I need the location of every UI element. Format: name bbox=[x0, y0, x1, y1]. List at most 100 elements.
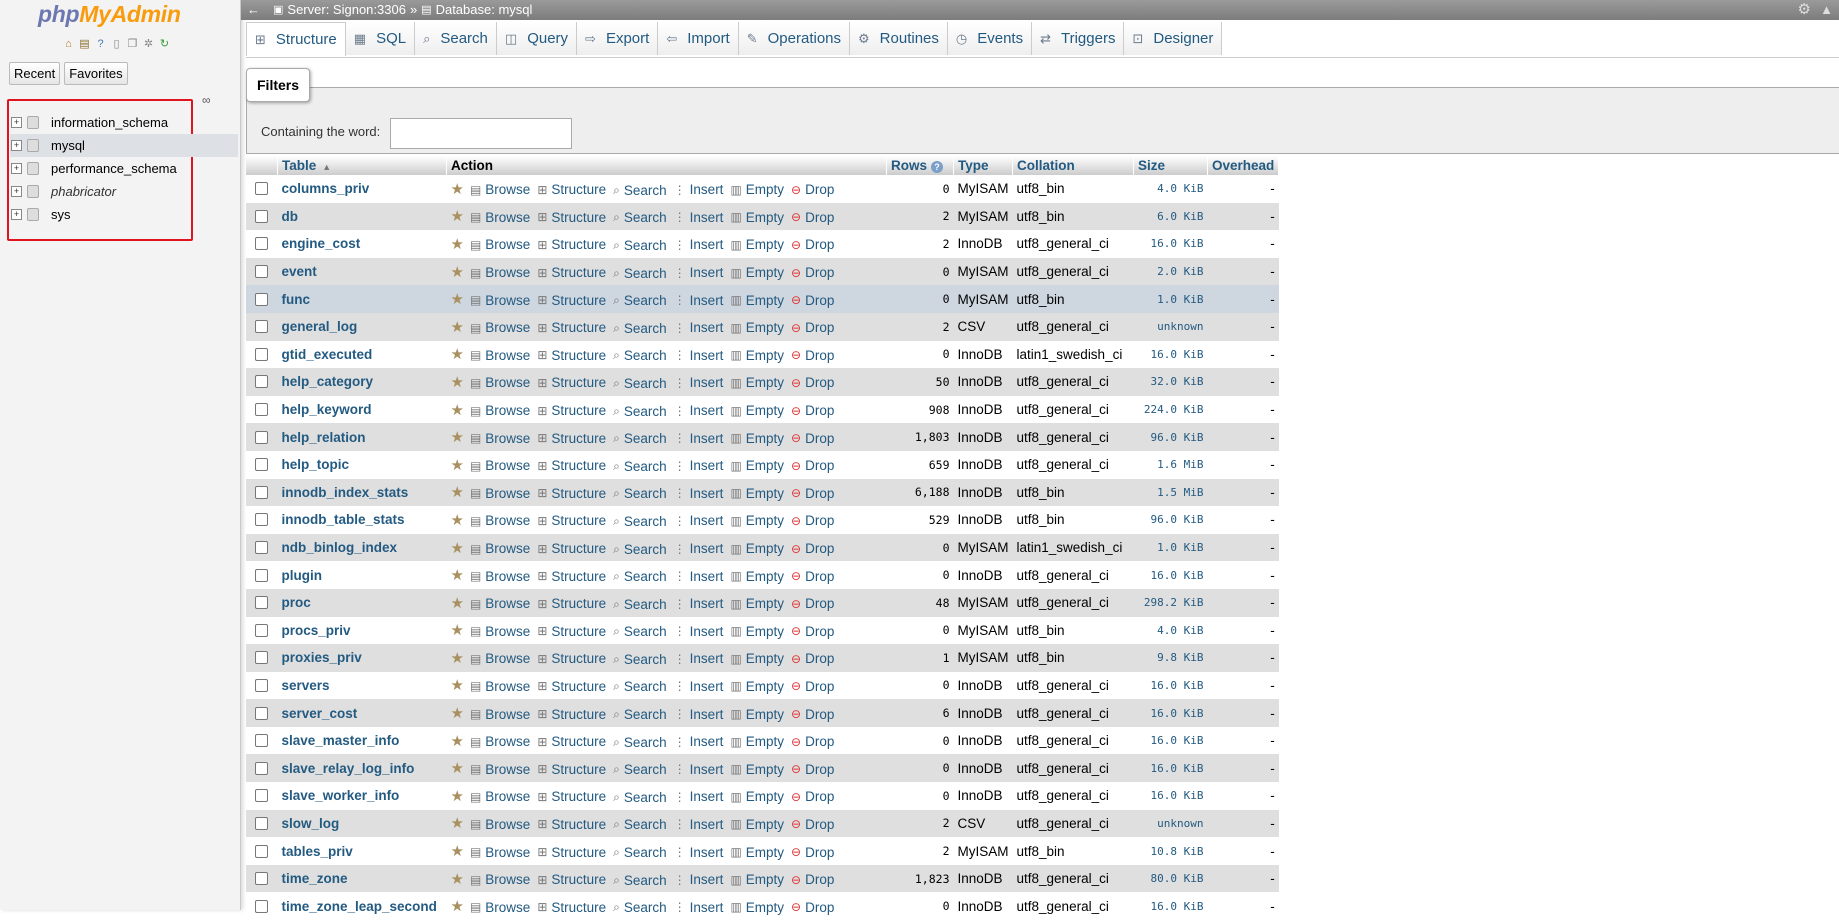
empty-link[interactable]: ▥ Empty bbox=[730, 182, 784, 197]
empty-link[interactable]: ▥ Empty bbox=[730, 320, 784, 335]
table-size[interactable]: 16.0 KiB bbox=[1133, 699, 1208, 727]
row-checkbox[interactable] bbox=[255, 844, 269, 858]
table-size[interactable]: 1.6 MiB bbox=[1133, 450, 1208, 479]
db-name[interactable]: information_schema bbox=[51, 115, 168, 130]
empty-link[interactable]: ▥ Empty bbox=[730, 762, 784, 777]
table-row[interactable]: help_category ★ ▤ Browse ⊞ Structure ⌕ Search ⋮ I… bbox=[246, 368, 1279, 396]
search-link[interactable]: ⌕ Search bbox=[613, 376, 667, 391]
scroll-up-icon[interactable]: ▲ bbox=[1820, 0, 1833, 20]
row-checkbox[interactable] bbox=[255, 899, 269, 913]
browse-link[interactable]: ▤ Browse bbox=[470, 458, 530, 473]
breadcrumb-database[interactable]: Database: mysql bbox=[436, 0, 533, 20]
table-size[interactable]: 80.0 KiB bbox=[1133, 864, 1208, 893]
drop-link[interactable]: ⊖ Drop bbox=[791, 624, 834, 639]
table-row[interactable]: help_keyword ★ ▤ Browse ⊞ Structure ⌕ Search ⋮ In… bbox=[246, 395, 1279, 424]
drop-link[interactable]: ⊖ Drop bbox=[791, 789, 834, 804]
favorite-star-icon[interactable]: ★ bbox=[451, 567, 464, 584]
header-collation[interactable]: Collation bbox=[1012, 156, 1135, 175]
table-row[interactable]: func ★ ▤ Browse ⊞ Structure ⌕ Search ⋮ Insert ▥ Emp… bbox=[246, 285, 1279, 313]
structure-link[interactable]: ⊞ Structure bbox=[537, 900, 606, 915]
row-checkbox[interactable] bbox=[255, 568, 269, 582]
search-link[interactable]: ⌕ Search bbox=[613, 210, 667, 225]
structure-link[interactable]: ⊞ Structure bbox=[537, 734, 606, 749]
table-size[interactable]: 4.0 KiB bbox=[1133, 616, 1208, 645]
table-row[interactable]: time_zone ★ ▤ Browse ⊞ Structure ⌕ Search ⋮ Inser… bbox=[246, 864, 1279, 893]
table-name-link[interactable]: help_category bbox=[282, 374, 374, 389]
db-item-sys[interactable]: + sys bbox=[10, 203, 238, 226]
search-link[interactable]: ⌕ Search bbox=[613, 293, 667, 308]
collapse-arrow-icon[interactable]: ← bbox=[247, 0, 260, 20]
browse-link[interactable]: ▤ Browse bbox=[470, 210, 530, 225]
table-size[interactable]: 298.2 KiB bbox=[1133, 588, 1208, 617]
structure-link[interactable]: ⊞ Structure bbox=[537, 403, 606, 418]
empty-link[interactable]: ▥ Empty bbox=[730, 707, 784, 722]
browse-link[interactable]: ▤ Browse bbox=[470, 320, 530, 335]
filter-input[interactable] bbox=[390, 118, 572, 149]
structure-link[interactable]: ⊞ Structure bbox=[537, 210, 606, 225]
tab-structure[interactable]: ⊞ Structure bbox=[246, 22, 346, 56]
drop-link[interactable]: ⊖ Drop bbox=[791, 734, 834, 749]
expand-icon[interactable]: + bbox=[11, 140, 22, 151]
tab-routines[interactable]: ⚙ Routines bbox=[850, 22, 948, 55]
table-size[interactable]: 1.5 MiB bbox=[1133, 478, 1208, 507]
table-name-link[interactable]: slave_relay_log_info bbox=[282, 761, 415, 776]
table-name-link[interactable]: engine_cost bbox=[282, 236, 361, 251]
table-name-link[interactable]: tables_priv bbox=[282, 844, 353, 859]
drop-link[interactable]: ⊖ Drop bbox=[791, 817, 834, 832]
db-item-information-schema[interactable]: + information_schema bbox=[10, 111, 238, 134]
favorite-star-icon[interactable]: ★ bbox=[451, 512, 464, 529]
search-link[interactable]: ⌕ Search bbox=[613, 569, 667, 584]
insert-link[interactable]: ⋮ Insert bbox=[674, 679, 724, 694]
expand-icon[interactable]: + bbox=[11, 209, 22, 220]
drop-link[interactable]: ⊖ Drop bbox=[791, 375, 834, 390]
insert-link[interactable]: ⋮ Insert bbox=[674, 182, 724, 197]
copy-icon[interactable]: ❐ bbox=[126, 38, 139, 51]
db-item-performance-schema[interactable]: + performance_schema bbox=[10, 157, 238, 180]
drop-link[interactable]: ⊖ Drop bbox=[791, 210, 834, 225]
header-rows[interactable]: Rows? bbox=[886, 156, 954, 175]
insert-link[interactable]: ⋮ Insert bbox=[674, 486, 724, 501]
table-row[interactable]: plugin ★ ▤ Browse ⊞ Structure ⌕ Search ⋮ Insert ▥ E… bbox=[246, 561, 1279, 589]
favorite-star-icon[interactable]: ★ bbox=[451, 374, 464, 391]
table-size[interactable]: unknown bbox=[1133, 809, 1208, 838]
table-row[interactable]: tables_priv ★ ▤ Browse ⊞ Structure ⌕ Search ⋮ Ins… bbox=[246, 837, 1279, 865]
table-name-link[interactable]: general_log bbox=[282, 319, 358, 334]
drop-link[interactable]: ⊖ Drop bbox=[791, 707, 834, 722]
header-table[interactable]: Table ▲ bbox=[277, 156, 447, 175]
browse-link[interactable]: ▤ Browse bbox=[470, 513, 530, 528]
favorite-star-icon[interactable]: ★ bbox=[451, 843, 464, 860]
structure-link[interactable]: ⊞ Structure bbox=[537, 762, 606, 777]
insert-link[interactable]: ⋮ Insert bbox=[674, 403, 724, 418]
drop-link[interactable]: ⊖ Drop bbox=[791, 679, 834, 694]
table-size[interactable]: 9.8 KiB bbox=[1133, 644, 1208, 672]
favorite-star-icon[interactable]: ★ bbox=[451, 650, 464, 667]
table-name-link[interactable]: time_zone_leap_second bbox=[282, 899, 437, 914]
drop-link[interactable]: ⊖ Drop bbox=[791, 293, 834, 308]
row-checkbox[interactable] bbox=[255, 430, 269, 444]
structure-link[interactable]: ⊞ Structure bbox=[537, 265, 606, 280]
structure-link[interactable]: ⊞ Structure bbox=[537, 320, 606, 335]
favorite-star-icon[interactable]: ★ bbox=[451, 760, 464, 777]
structure-link[interactable]: ⊞ Structure bbox=[537, 237, 606, 252]
empty-link[interactable]: ▥ Empty bbox=[730, 569, 784, 584]
table-name-link[interactable]: proxies_priv bbox=[282, 650, 362, 665]
row-checkbox[interactable] bbox=[255, 403, 269, 417]
table-row[interactable]: time_zone_leap_second ★ ▤ Browse ⊞ Structure ⌕… bbox=[246, 892, 1279, 920]
table-size[interactable]: 10.8 KiB bbox=[1133, 837, 1208, 865]
tab-operations[interactable]: ✎ Operations bbox=[738, 22, 851, 55]
insert-link[interactable]: ⋮ Insert bbox=[674, 845, 724, 860]
table-size[interactable]: 4.0 KiB bbox=[1133, 175, 1208, 203]
empty-link[interactable]: ▥ Empty bbox=[730, 872, 784, 887]
row-checkbox[interactable] bbox=[255, 872, 269, 886]
structure-link[interactable]: ⊞ Structure bbox=[537, 651, 606, 666]
empty-link[interactable]: ▥ Empty bbox=[730, 293, 784, 308]
browse-link[interactable]: ▤ Browse bbox=[470, 237, 530, 252]
structure-link[interactable]: ⊞ Structure bbox=[537, 458, 606, 473]
table-row[interactable]: help_topic ★ ▤ Browse ⊞ Structure ⌕ Search ⋮ Inse… bbox=[246, 450, 1279, 479]
tab-events[interactable]: ◷ Events bbox=[947, 22, 1033, 55]
empty-link[interactable]: ▥ Empty bbox=[730, 624, 784, 639]
link-with-main-panel-icon[interactable]: ∞ bbox=[202, 93, 211, 107]
browse-link[interactable]: ▤ Browse bbox=[470, 431, 530, 446]
home-icon[interactable]: ⌂ bbox=[62, 38, 75, 51]
empty-link[interactable]: ▥ Empty bbox=[730, 265, 784, 280]
